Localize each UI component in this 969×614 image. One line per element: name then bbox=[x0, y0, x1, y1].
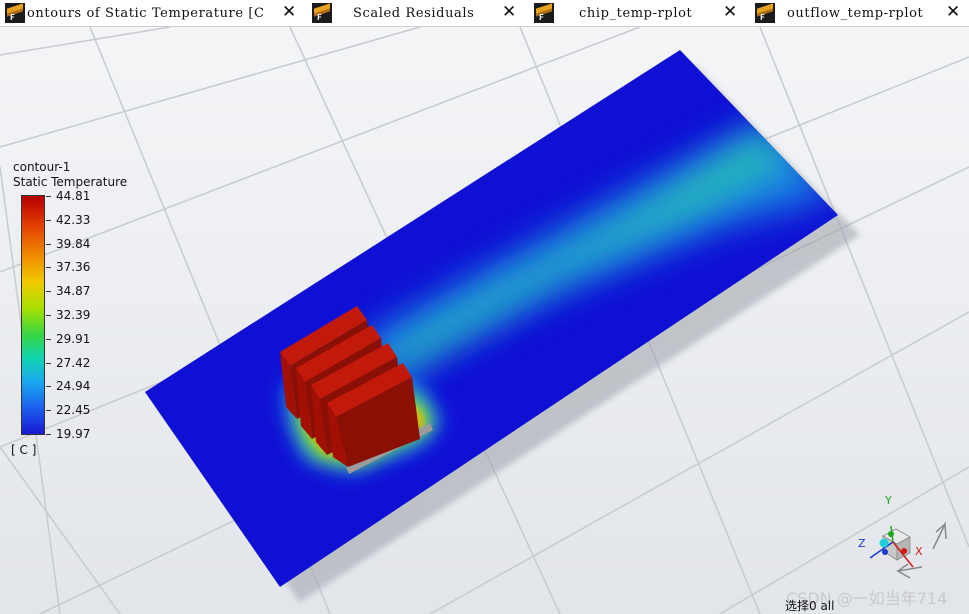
color-bar-tick-label: 19.97 bbox=[56, 427, 91, 441]
fluent-app-icon: F bbox=[755, 3, 775, 23]
tab-label: Scaled Residuals bbox=[353, 5, 475, 21]
triad-x-label: X bbox=[915, 545, 923, 558]
color-bar bbox=[21, 195, 45, 435]
color-bar-tick bbox=[46, 434, 51, 435]
fluent-app-icon: F bbox=[312, 3, 332, 23]
fluent-app-icon: F bbox=[534, 3, 554, 23]
tab-scaled-residuals[interactable]: F Scaled Residuals ✕ bbox=[307, 0, 529, 26]
color-bar-tick bbox=[46, 267, 51, 269]
color-bar-tick-label: 39.84 bbox=[56, 236, 91, 251]
contour-scene: Y X Z bbox=[0, 27, 969, 614]
color-bar-tick-label: 44.81 bbox=[56, 189, 91, 203]
color-bar-tick-label: 37.36 bbox=[56, 260, 91, 275]
selection-status: 选择0 all bbox=[785, 599, 835, 613]
triad-z-label: Z bbox=[858, 537, 866, 550]
color-bar-tick-label: 34.87 bbox=[56, 284, 91, 299]
tab-label: ontours of Static Temperature [C bbox=[27, 5, 265, 21]
close-icon[interactable]: ✕ bbox=[723, 2, 737, 22]
tab-chip-temp-rplot[interactable]: F chip_temp-rplot ✕ bbox=[529, 0, 749, 26]
legend-quantity: Static Temperature bbox=[13, 175, 128, 189]
legend-contour-name: contour-1 bbox=[13, 160, 71, 174]
tab-label: chip_temp-rplot bbox=[579, 5, 693, 21]
legend-unit: [ C ] bbox=[11, 443, 37, 457]
tab-outflow-temp-rplot[interactable]: F outflow_temp-rplot ✕ bbox=[750, 0, 969, 26]
color-bar-tick bbox=[46, 196, 51, 197]
color-bar-tick bbox=[46, 219, 51, 221]
close-icon[interactable]: ✕ bbox=[502, 2, 516, 22]
color-bar-tick bbox=[46, 410, 51, 412]
color-bar-tick bbox=[46, 362, 51, 364]
graphics-viewport[interactable]: Y X Z contour-1 Static Temperature 44.81… bbox=[0, 27, 969, 614]
color-bar-tick bbox=[46, 315, 51, 316]
color-bar-tick-label: 42.33 bbox=[56, 212, 91, 227]
triad-y-label: Y bbox=[884, 494, 892, 507]
color-bar-tick-label: 32.39 bbox=[56, 308, 91, 322]
color-bar-tick-label: 24.94 bbox=[56, 379, 91, 394]
tab-contours[interactable]: F ontours of Static Temperature [C ✕ bbox=[0, 0, 305, 26]
color-bar-tick bbox=[46, 243, 51, 245]
close-icon[interactable]: ✕ bbox=[946, 2, 960, 22]
tab-label: outflow_temp-rplot bbox=[787, 5, 924, 21]
close-icon[interactable]: ✕ bbox=[282, 2, 296, 22]
color-bar-tick-label: 27.42 bbox=[56, 355, 91, 370]
tab-bar: F ontours of Static Temperature [C ✕ F S… bbox=[0, 0, 969, 27]
fluent-app-icon: F bbox=[5, 3, 25, 23]
color-bar-tick bbox=[46, 338, 51, 340]
color-bar-tick bbox=[46, 386, 51, 388]
color-bar-tick-label: 22.45 bbox=[56, 403, 91, 418]
color-bar-tick bbox=[46, 291, 51, 293]
color-bar-tick-label: 29.91 bbox=[56, 331, 91, 346]
